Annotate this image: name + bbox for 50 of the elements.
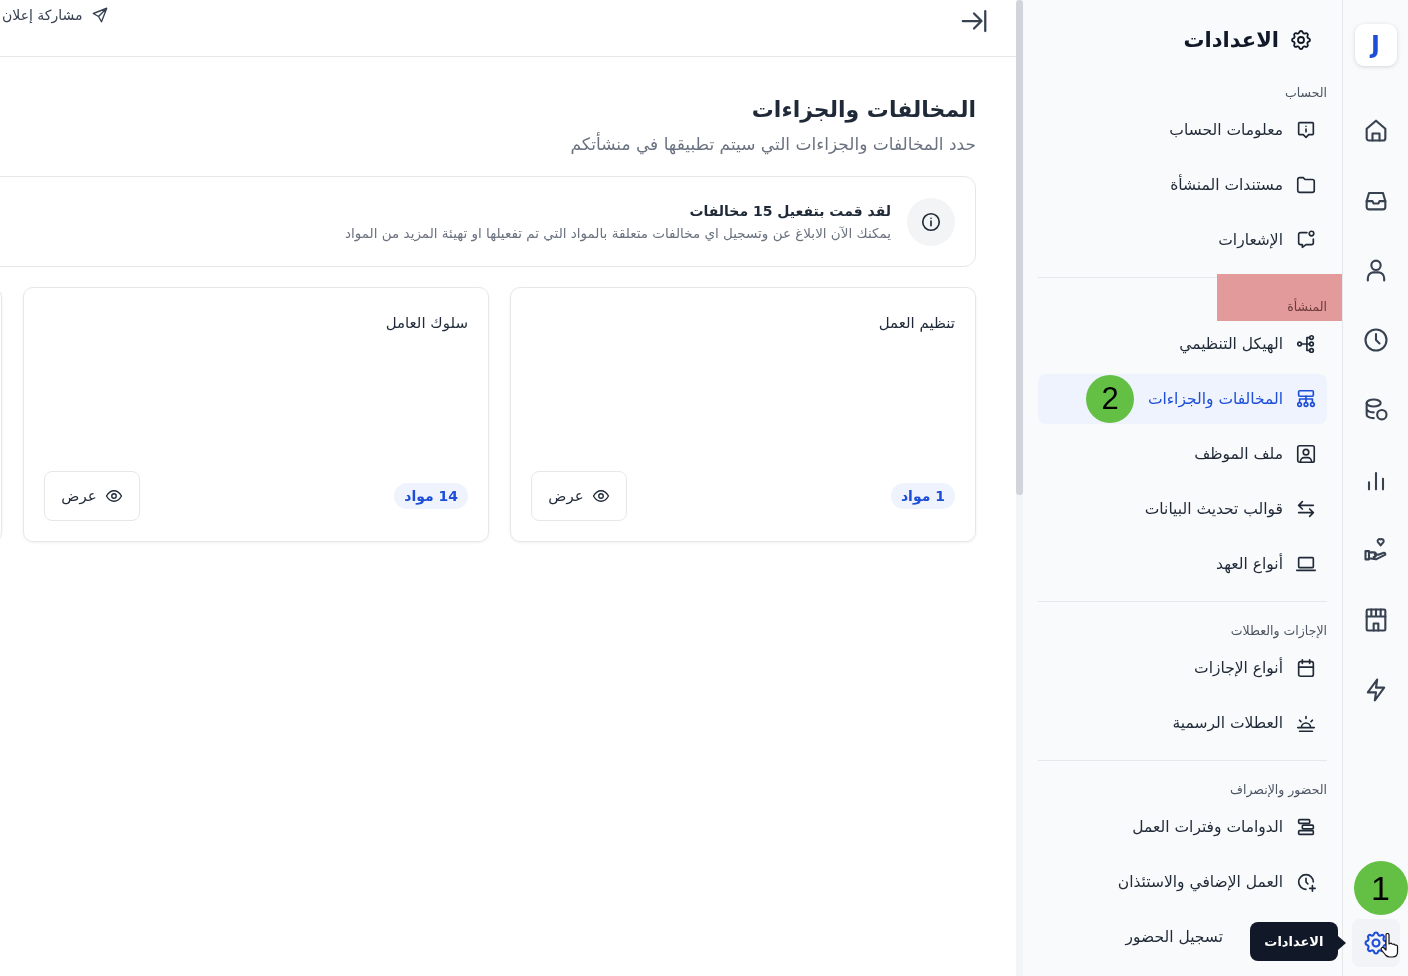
- clock-plus-icon: [1295, 871, 1317, 893]
- settings-title: الاعدادات: [1183, 28, 1279, 52]
- eye-icon: [104, 487, 123, 505]
- view-button[interactable]: عرض: [531, 471, 627, 521]
- scrollbar[interactable]: [1016, 0, 1023, 495]
- sitemap-icon: [1295, 388, 1317, 410]
- notification-message-icon: [1295, 229, 1317, 251]
- settings-nav-item[interactable]: الهيكل التنظيمي: [1038, 319, 1327, 369]
- folder-icon: [1295, 174, 1317, 196]
- tooltip: الاعدادات: [1250, 922, 1338, 961]
- section-heading: الحساب: [1284, 85, 1327, 100]
- settings-icon: [1289, 28, 1313, 52]
- settings-nav-item[interactable]: العطلات الرسمية: [1038, 698, 1327, 748]
- send-icon: [90, 6, 109, 24]
- section-heading: المنشأة: [1287, 299, 1327, 314]
- notice-title: لقد قمت بتفعيل 15 مخالفات: [688, 202, 891, 219]
- settings-nav-item[interactable]: أنواع الإجازات: [1038, 643, 1327, 693]
- settings-nav-item[interactable]: قوالب تحديث البيانات: [1038, 484, 1327, 534]
- step-number-badge: 2: [1086, 375, 1134, 423]
- card-title: سلوك العامل: [384, 314, 468, 332]
- profile-icon: [1295, 443, 1317, 465]
- section-heading: الحضور والإنصراف: [1230, 782, 1327, 797]
- card-title: تنظيم العمل: [877, 314, 955, 332]
- swap-arrows-icon: [1295, 498, 1317, 520]
- settings-nav-item[interactable]: مستندات المنشأة: [1038, 160, 1327, 210]
- count-badge: 1 مواد: [890, 483, 955, 509]
- notice-text: يمكنك الآن الابلاغ عن وتسجيل اي مخالفات متعلقة بالمواد التي تم تفعيلها او تهيئة المزيد من المواد: [345, 224, 891, 241]
- calendar-icon: [1295, 657, 1317, 679]
- section-heading: الإجازات والعطلات: [1230, 623, 1327, 638]
- page-title: المخالفات والجزاءات: [750, 97, 976, 122]
- count-badge: 14 مواد: [394, 483, 468, 509]
- settings-nav-item[interactable]: معلومات الحساب: [1038, 105, 1327, 155]
- settings-nav-item[interactable]: أنواع العهد: [1038, 539, 1327, 589]
- settings-nav-item[interactable]: العمل الإضافي والاستئذان: [1038, 857, 1327, 907]
- settings-nav-item[interactable]: ملف الموظف: [1038, 429, 1327, 479]
- view-button[interactable]: عرض: [44, 471, 140, 521]
- info-icon: [907, 197, 955, 246]
- pointer-cursor-icon: [1379, 933, 1400, 959]
- app-logo[interactable]: J: [1354, 24, 1397, 66]
- settings-nav-item[interactable]: الدوامات وفترات العمل: [1038, 802, 1327, 852]
- org-chart-icon: [1295, 333, 1317, 355]
- clock-icon: [1361, 326, 1390, 354]
- step-number-badge: 1: [1353, 861, 1408, 915]
- share-link[interactable]: مشاركة إعلان: [0, 6, 109, 24]
- schedule-bars-icon: [1295, 816, 1317, 838]
- tooltip-arrow: [1337, 936, 1346, 950]
- page-subtitle: حدد المخالفات والجزاءات التي سيتم تطبيقها في منشأتكم: [569, 134, 976, 154]
- info-message-icon: [1295, 119, 1317, 141]
- eye-icon: [591, 487, 610, 505]
- settings-nav-item[interactable]: الإشعارات: [1038, 215, 1327, 265]
